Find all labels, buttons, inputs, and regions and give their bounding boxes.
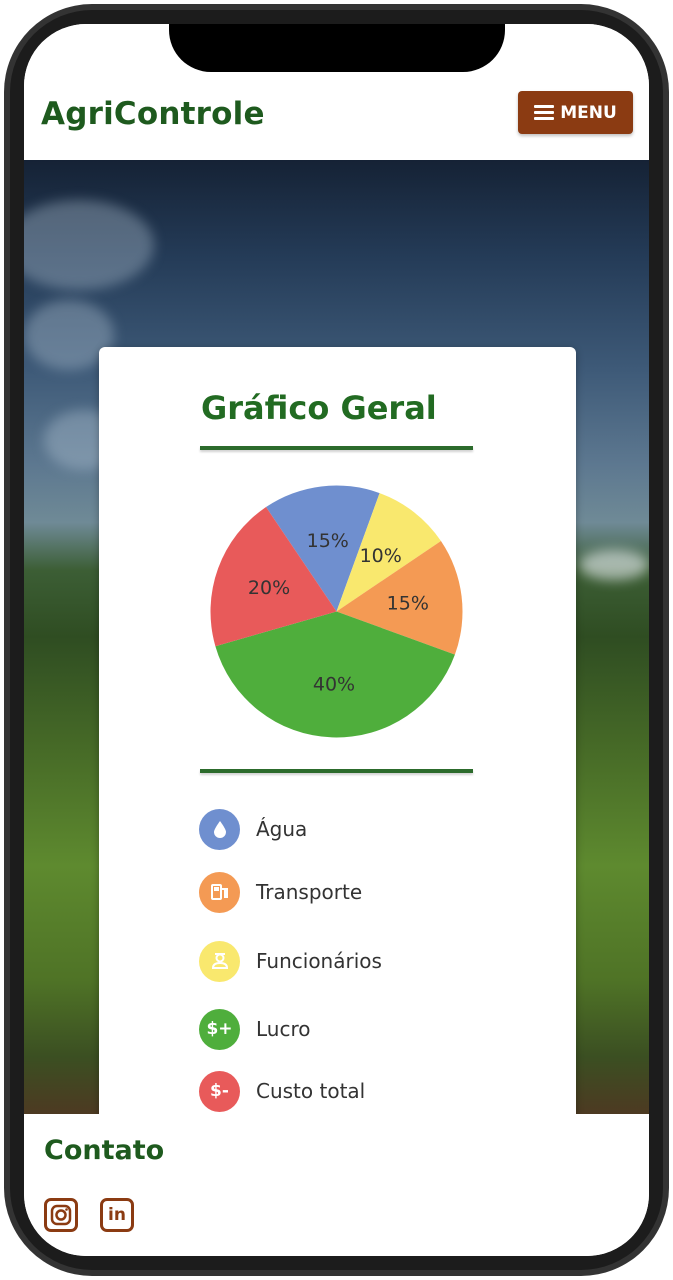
pie-slice-label: 40% bbox=[313, 673, 355, 695]
phone-notch bbox=[169, 24, 505, 72]
legend-item-lucro: $+ Lucro bbox=[199, 1008, 499, 1050]
title-divider bbox=[200, 446, 473, 450]
pie-slice-label: 15% bbox=[307, 530, 349, 552]
legend-item-funcionarios: Funcionários bbox=[199, 940, 499, 982]
hamburger-icon bbox=[534, 105, 555, 120]
phone-screen: AgriControle MENU Gráfico Geral 15% 10% 15… bbox=[24, 24, 649, 1256]
legend-label: Lucro bbox=[256, 1017, 311, 1041]
legend-label: Funcionários bbox=[256, 949, 382, 973]
legend-label: Custo total bbox=[256, 1079, 366, 1103]
pie-slice-label: 15% bbox=[387, 593, 429, 615]
linkedin-icon[interactable]: in bbox=[100, 1198, 134, 1232]
menu-label: MENU bbox=[560, 102, 617, 123]
pie-chart: 15% 10% 15% 40% 20% bbox=[210, 485, 463, 738]
brand-logo[interactable]: AgriControle bbox=[41, 96, 265, 132]
water-drop-icon bbox=[199, 808, 240, 850]
legend-item-transporte: Transporte bbox=[199, 871, 499, 913]
dollar-minus-icon: $- bbox=[199, 1070, 240, 1112]
chart-divider bbox=[200, 769, 473, 773]
worker-icon bbox=[199, 940, 240, 982]
chart-title: Gráfico Geral bbox=[201, 389, 437, 427]
legend-item-custo-total: $- Custo total bbox=[199, 1070, 499, 1112]
legend-label: Água bbox=[256, 817, 308, 841]
pie-slice-label: 10% bbox=[360, 545, 402, 567]
dollar-plus-icon: $+ bbox=[199, 1008, 240, 1050]
fuel-pump-icon bbox=[199, 871, 240, 913]
phone-mockup: AgriControle MENU Gráfico Geral 15% 10% 15… bbox=[0, 0, 673, 1280]
hero-background: Gráfico Geral 15% 10% 15% 40% 20% Água T… bbox=[24, 160, 649, 1199]
footer: Contato in bbox=[24, 1114, 649, 1256]
legend-label: Transporte bbox=[256, 880, 363, 904]
chart-card: Gráfico Geral 15% 10% 15% 40% 20% Água T… bbox=[99, 347, 576, 1199]
pie-slice-label: 20% bbox=[248, 577, 290, 599]
menu-button[interactable]: MENU bbox=[518, 91, 633, 134]
instagram-icon[interactable] bbox=[44, 1198, 78, 1232]
contact-title: Contato bbox=[44, 1135, 165, 1166]
legend-item-agua: Água bbox=[199, 808, 499, 850]
